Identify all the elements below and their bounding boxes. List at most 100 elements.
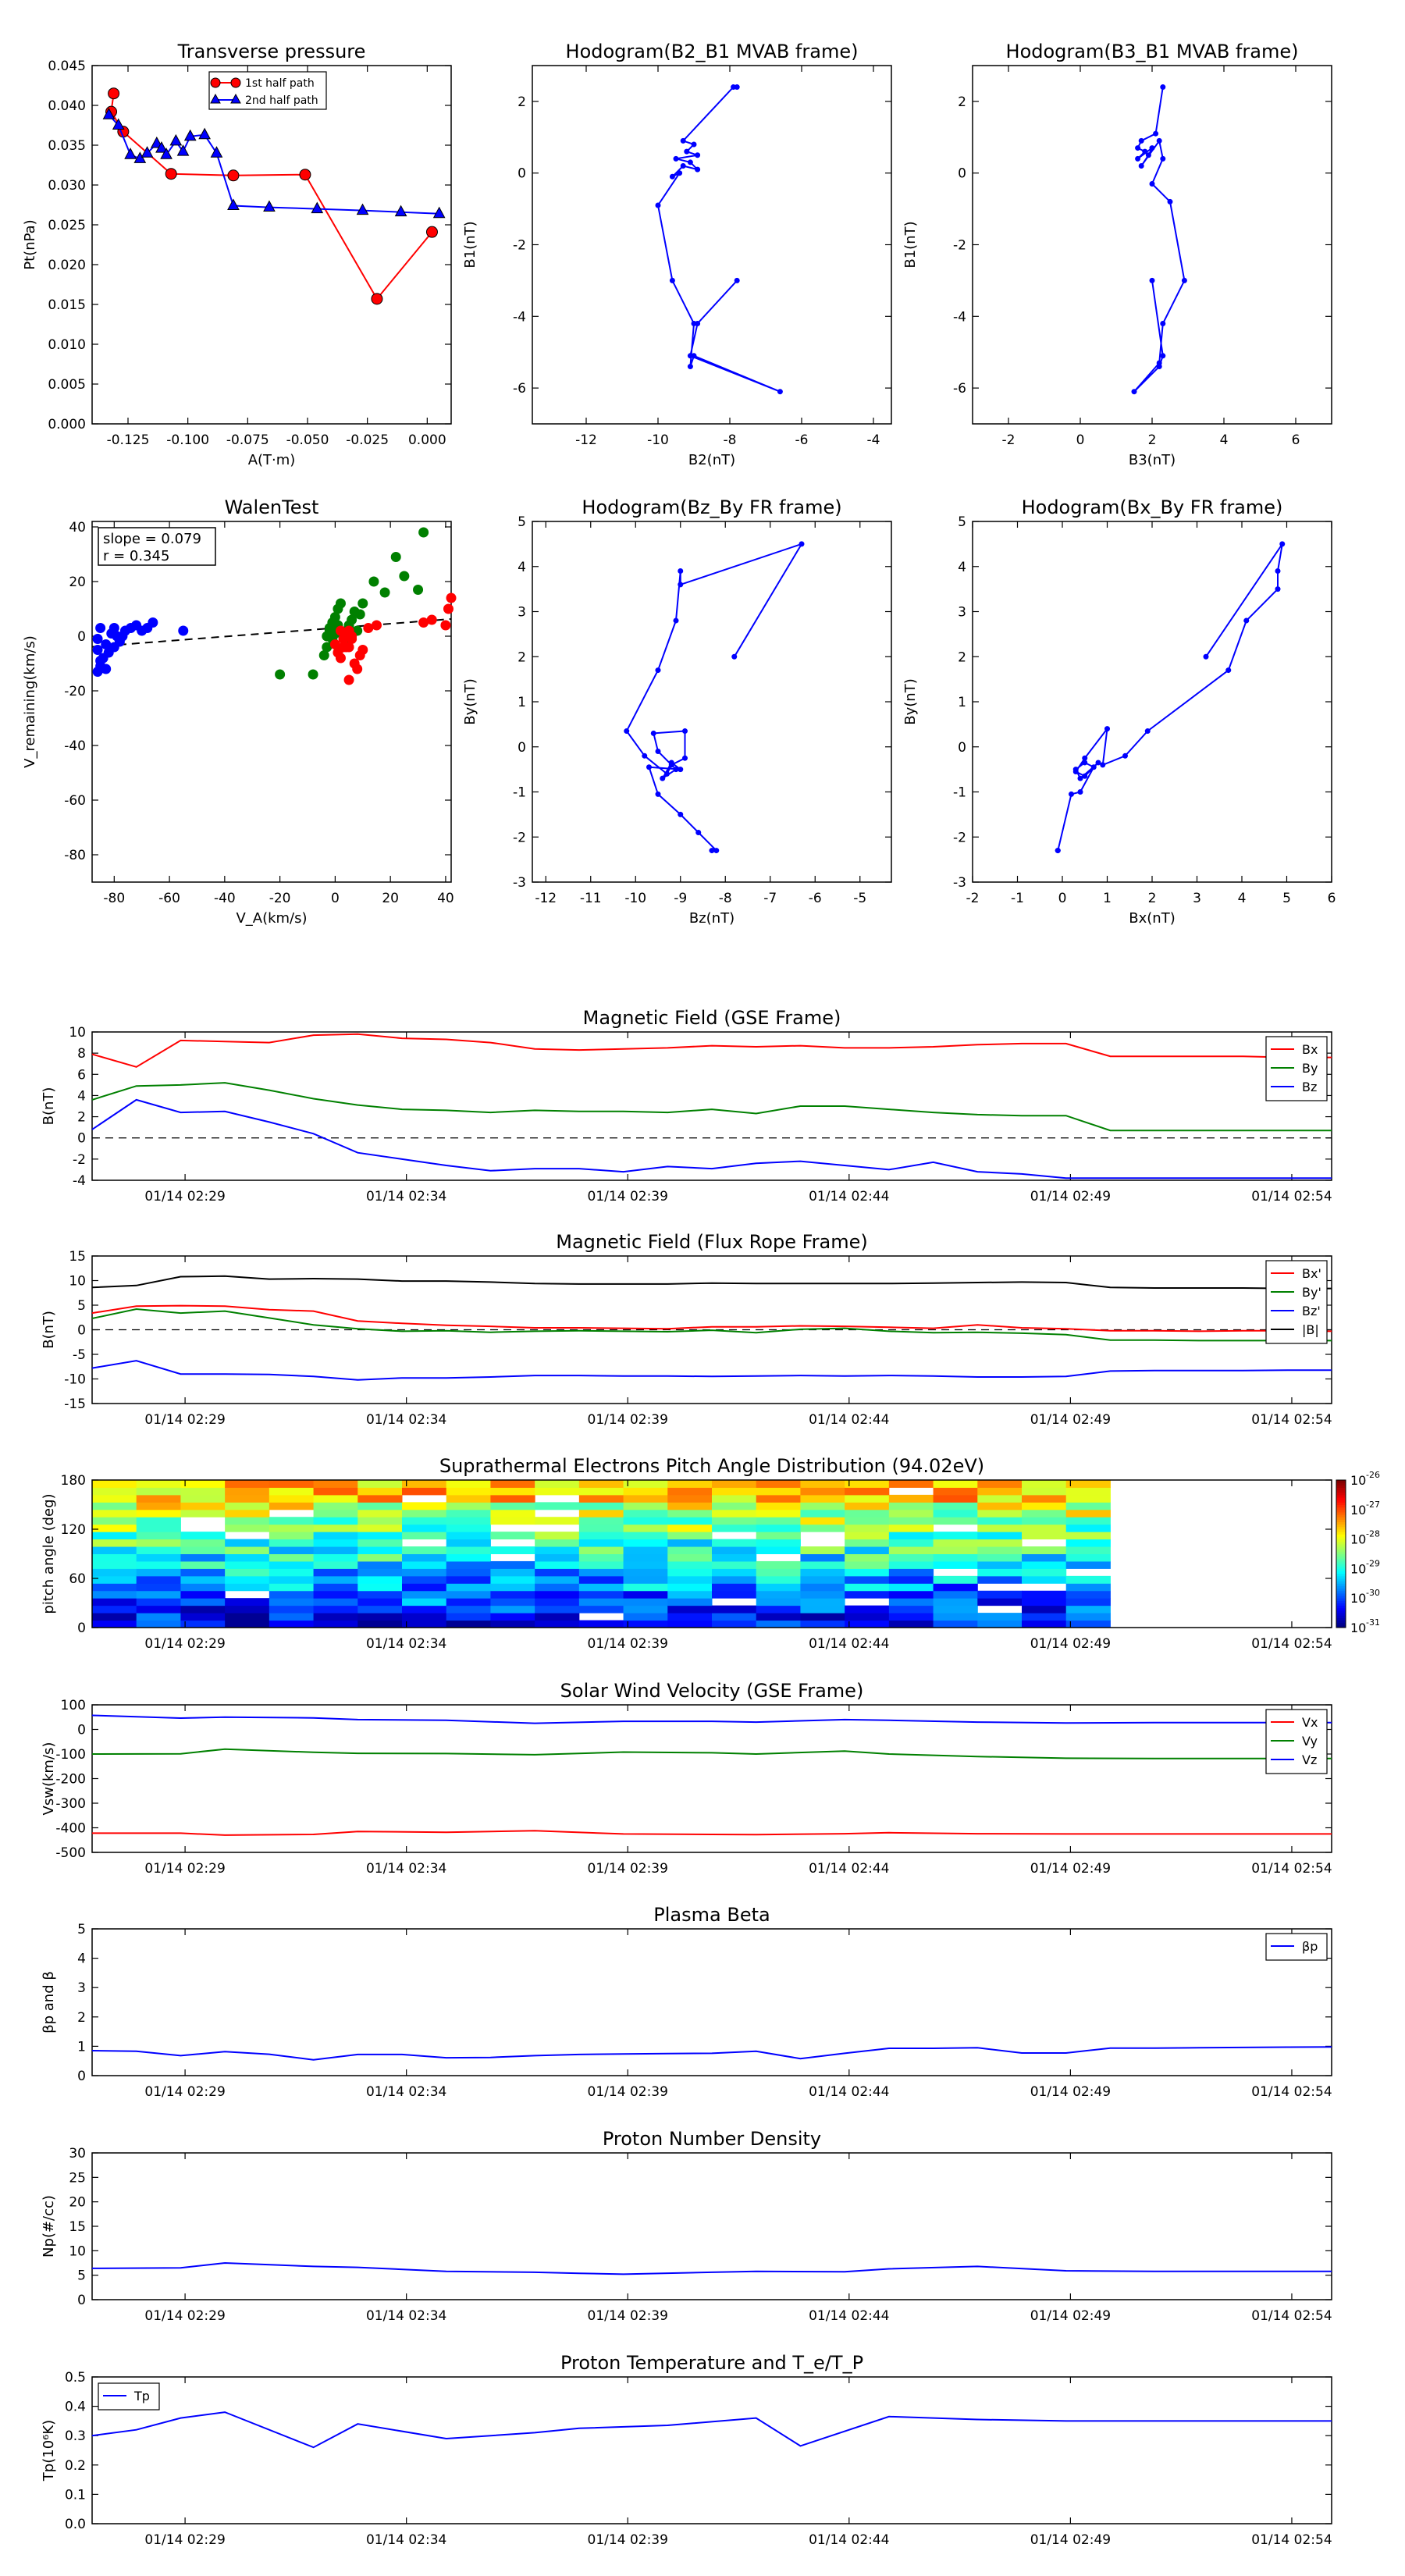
heatmap-cell (269, 1575, 315, 1584)
x-axis-label: B2(nT) (688, 452, 735, 468)
heatmap-cell (578, 1487, 624, 1496)
heatmap-cell (578, 1568, 624, 1577)
y-axis-label: Vsw(km/s) (41, 1742, 57, 1816)
heatmap-cell (357, 1583, 403, 1592)
x-tick-label: -6 (795, 432, 809, 448)
heatmap-cell (977, 1546, 1023, 1554)
heatmap-cell (756, 1524, 801, 1532)
series-line (625, 543, 804, 852)
y-tick-label: 0.005 (48, 377, 86, 393)
x-tick-label: -1 (1011, 891, 1024, 906)
y-tick-label: 0.035 (48, 138, 86, 154)
x-tick-label: 01/14 02:44 (809, 1861, 889, 1877)
colorbar-step (1336, 1605, 1346, 1609)
heatmap-cell (180, 1575, 226, 1584)
heatmap-cell (1065, 1532, 1111, 1540)
heatmap-cell (712, 1568, 757, 1577)
x-tick-label: 01/14 02:49 (1030, 1636, 1111, 1652)
heatmap-cell (1065, 1553, 1111, 1562)
y-tick-label: 0 (518, 166, 526, 182)
heatmap-cell (535, 1553, 580, 1562)
y-tick-label: 5 (958, 514, 966, 530)
data-point (691, 141, 697, 148)
y-tick-label: 1 (958, 695, 966, 710)
data-point (1203, 653, 1209, 660)
data-point (343, 642, 354, 653)
heatmap-cell (490, 1568, 535, 1577)
x-axis-label: A(T·m) (248, 452, 296, 468)
colorbar-step (1336, 1526, 1346, 1530)
heatmap-cell (845, 1539, 890, 1547)
colorbar-step (1336, 1620, 1346, 1624)
heatmap-cell (535, 1583, 580, 1592)
heatmap-cell (357, 1605, 403, 1614)
colorbar-step (1336, 1529, 1346, 1532)
heatmap-cell (313, 1487, 358, 1496)
heatmap-cell (136, 1532, 181, 1540)
data-point (678, 811, 684, 817)
y-tick-label: -2 (73, 1152, 86, 1168)
chart-title: Proton Number Density (603, 2128, 821, 2150)
heatmap-cell (888, 1613, 934, 1621)
series-p-line (91, 2046, 1332, 2061)
data-point (1135, 145, 1141, 151)
heatmap-cell (933, 1502, 978, 1510)
heatmap-cell (535, 1605, 580, 1614)
y-tick-label: 0.020 (48, 258, 86, 273)
heatmap-cell (712, 1613, 757, 1621)
heatmap-cell (92, 1539, 137, 1547)
data-point (655, 667, 661, 674)
heatmap-cell (845, 1524, 890, 1532)
heatmap-cell (446, 1480, 491, 1488)
heatmap-cell (933, 1583, 978, 1592)
heatmap-cell (446, 1553, 491, 1562)
heatmap-cell (535, 1480, 580, 1488)
heatmap-cell (446, 1524, 491, 1532)
heatmap-cell (1022, 1568, 1067, 1577)
heatmap-cell (845, 1546, 890, 1554)
colorbar-step (1336, 1485, 1346, 1488)
heatmap-cell (446, 1568, 491, 1577)
panel-hodo3: -3-2-1012345-12 -11 -10 -9 -8 -7 -6 -5Hodogram(… (462, 496, 892, 927)
heatmap-cell (357, 1553, 403, 1562)
colorbar-step (1336, 1500, 1346, 1503)
heatmap-cell (136, 1620, 181, 1628)
heatmap-cell (888, 1575, 934, 1584)
heatmap-cell (977, 1553, 1023, 1562)
data-point (1077, 775, 1083, 781)
heatmap-cell (623, 1539, 668, 1547)
heatmap-cell (1065, 1480, 1111, 1488)
heatmap-cell (136, 1598, 181, 1606)
data-point (169, 133, 183, 146)
heatmap-cell (313, 1480, 358, 1488)
heatmap-cell (225, 1517, 270, 1525)
heatmap-cell (977, 1575, 1023, 1584)
legend-label: Bx (1302, 1042, 1318, 1057)
x-tick-label: -6 (809, 891, 822, 906)
heatmap-cell (225, 1620, 270, 1628)
panel-hodo4: -3-2-1012345-2 -1 0 1 2 3 4 5 6Hodogram(Bx_By FR… (902, 496, 1336, 927)
heatmap-cell (845, 1568, 890, 1577)
heatmap-cell (1065, 1487, 1111, 1496)
x-tick-label: -0.125 (107, 432, 150, 448)
data-point (1275, 586, 1281, 592)
heatmap-cell (1065, 1620, 1111, 1628)
axes-frame (91, 2376, 1332, 2524)
heatmap-cells (92, 1480, 1111, 1628)
heatmap-cell (800, 1605, 845, 1614)
colorbar-step (1336, 1613, 1346, 1616)
data-point (1069, 791, 1074, 797)
heatmap-cell (180, 1487, 226, 1496)
heatmap-cell (92, 1553, 137, 1562)
heatmap-cell (446, 1560, 491, 1569)
series-vz-line (91, 1714, 1332, 1724)
y-tick-label: -6 (513, 381, 526, 397)
heatmap-cell (756, 1480, 801, 1488)
data-point (1149, 145, 1155, 151)
x-tick-label: 6 (1292, 432, 1300, 448)
colorbar-step (1336, 1596, 1346, 1599)
figure-canvas: 0.0000.0050.0100.0150.0200.0250.0300.035… (22, 41, 1380, 2548)
data-point (731, 653, 738, 660)
heatmap-cell (180, 1560, 226, 1569)
data-point (1149, 180, 1155, 187)
